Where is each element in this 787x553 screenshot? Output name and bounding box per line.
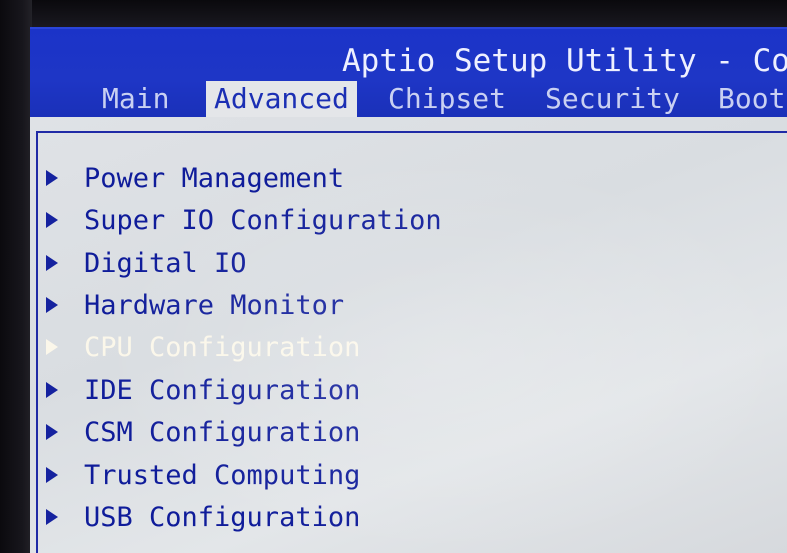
submenu-arrow-icon <box>46 211 58 228</box>
monitor-bezel-top <box>0 0 787 28</box>
tab-boot[interactable]: Boot <box>718 81 785 117</box>
submenu-arrow-icon <box>46 169 58 186</box>
menu-item-usb-configuration[interactable]: USB Configuration <box>46 498 360 538</box>
menu-item-ide-configuration[interactable]: IDE Configuration <box>46 371 360 411</box>
menu-item-label: CPU Configuration <box>84 332 361 363</box>
menu-item-csm-configuration[interactable]: CSM Configuration <box>46 413 360 453</box>
menu-item-label: Trusted Computing <box>84 460 361 491</box>
monitor-bezel-left <box>0 0 32 553</box>
menu-item-super-io-configuration[interactable]: Super IO Configuration <box>46 201 442 241</box>
menu-item-power-management[interactable]: Power Management <box>46 159 344 199</box>
bios-screen: Aptio Setup Utility - Copy Main Advanced… <box>0 0 787 553</box>
tab-bar: Main Advanced Chipset Security Boot <box>30 81 787 117</box>
menu-item-hardware-monitor[interactable]: Hardware Monitor <box>46 286 344 326</box>
submenu-arrow-icon <box>46 254 58 271</box>
menu-item-digital-io[interactable]: Digital IO <box>46 244 247 284</box>
tab-security[interactable]: Security <box>545 81 680 117</box>
tab-main[interactable]: Main <box>102 81 169 117</box>
tab-chipset[interactable]: Chipset <box>388 81 506 117</box>
tab-advanced[interactable]: Advanced <box>206 81 357 117</box>
menu-item-label: Super IO Configuration <box>84 205 442 236</box>
menu-item-trusted-computing[interactable]: Trusted Computing <box>46 456 360 496</box>
utility-title: Aptio Setup Utility - Copy <box>342 43 787 79</box>
bios-header: Aptio Setup Utility - Copy Main Advanced… <box>30 27 787 119</box>
submenu-arrow-icon <box>46 296 58 313</box>
submenu-arrow-icon <box>46 508 58 525</box>
advanced-menu-panel: Power Management Super IO Configuration … <box>30 117 787 553</box>
submenu-arrow-icon <box>46 381 58 398</box>
menu-item-label: USB Configuration <box>84 502 361 533</box>
menu-item-cpu-configuration[interactable]: CPU Configuration <box>46 328 360 368</box>
menu-item-label: CSM Configuration <box>84 417 361 448</box>
submenu-arrow-icon <box>46 423 58 440</box>
submenu-arrow-icon <box>46 466 58 483</box>
menu-item-label: Digital IO <box>84 248 247 279</box>
menu-item-label: Hardware Monitor <box>84 290 345 321</box>
menu-item-label: IDE Configuration <box>84 375 361 406</box>
menu-item-label: Power Management <box>84 163 345 194</box>
submenu-arrow-icon <box>46 338 58 355</box>
